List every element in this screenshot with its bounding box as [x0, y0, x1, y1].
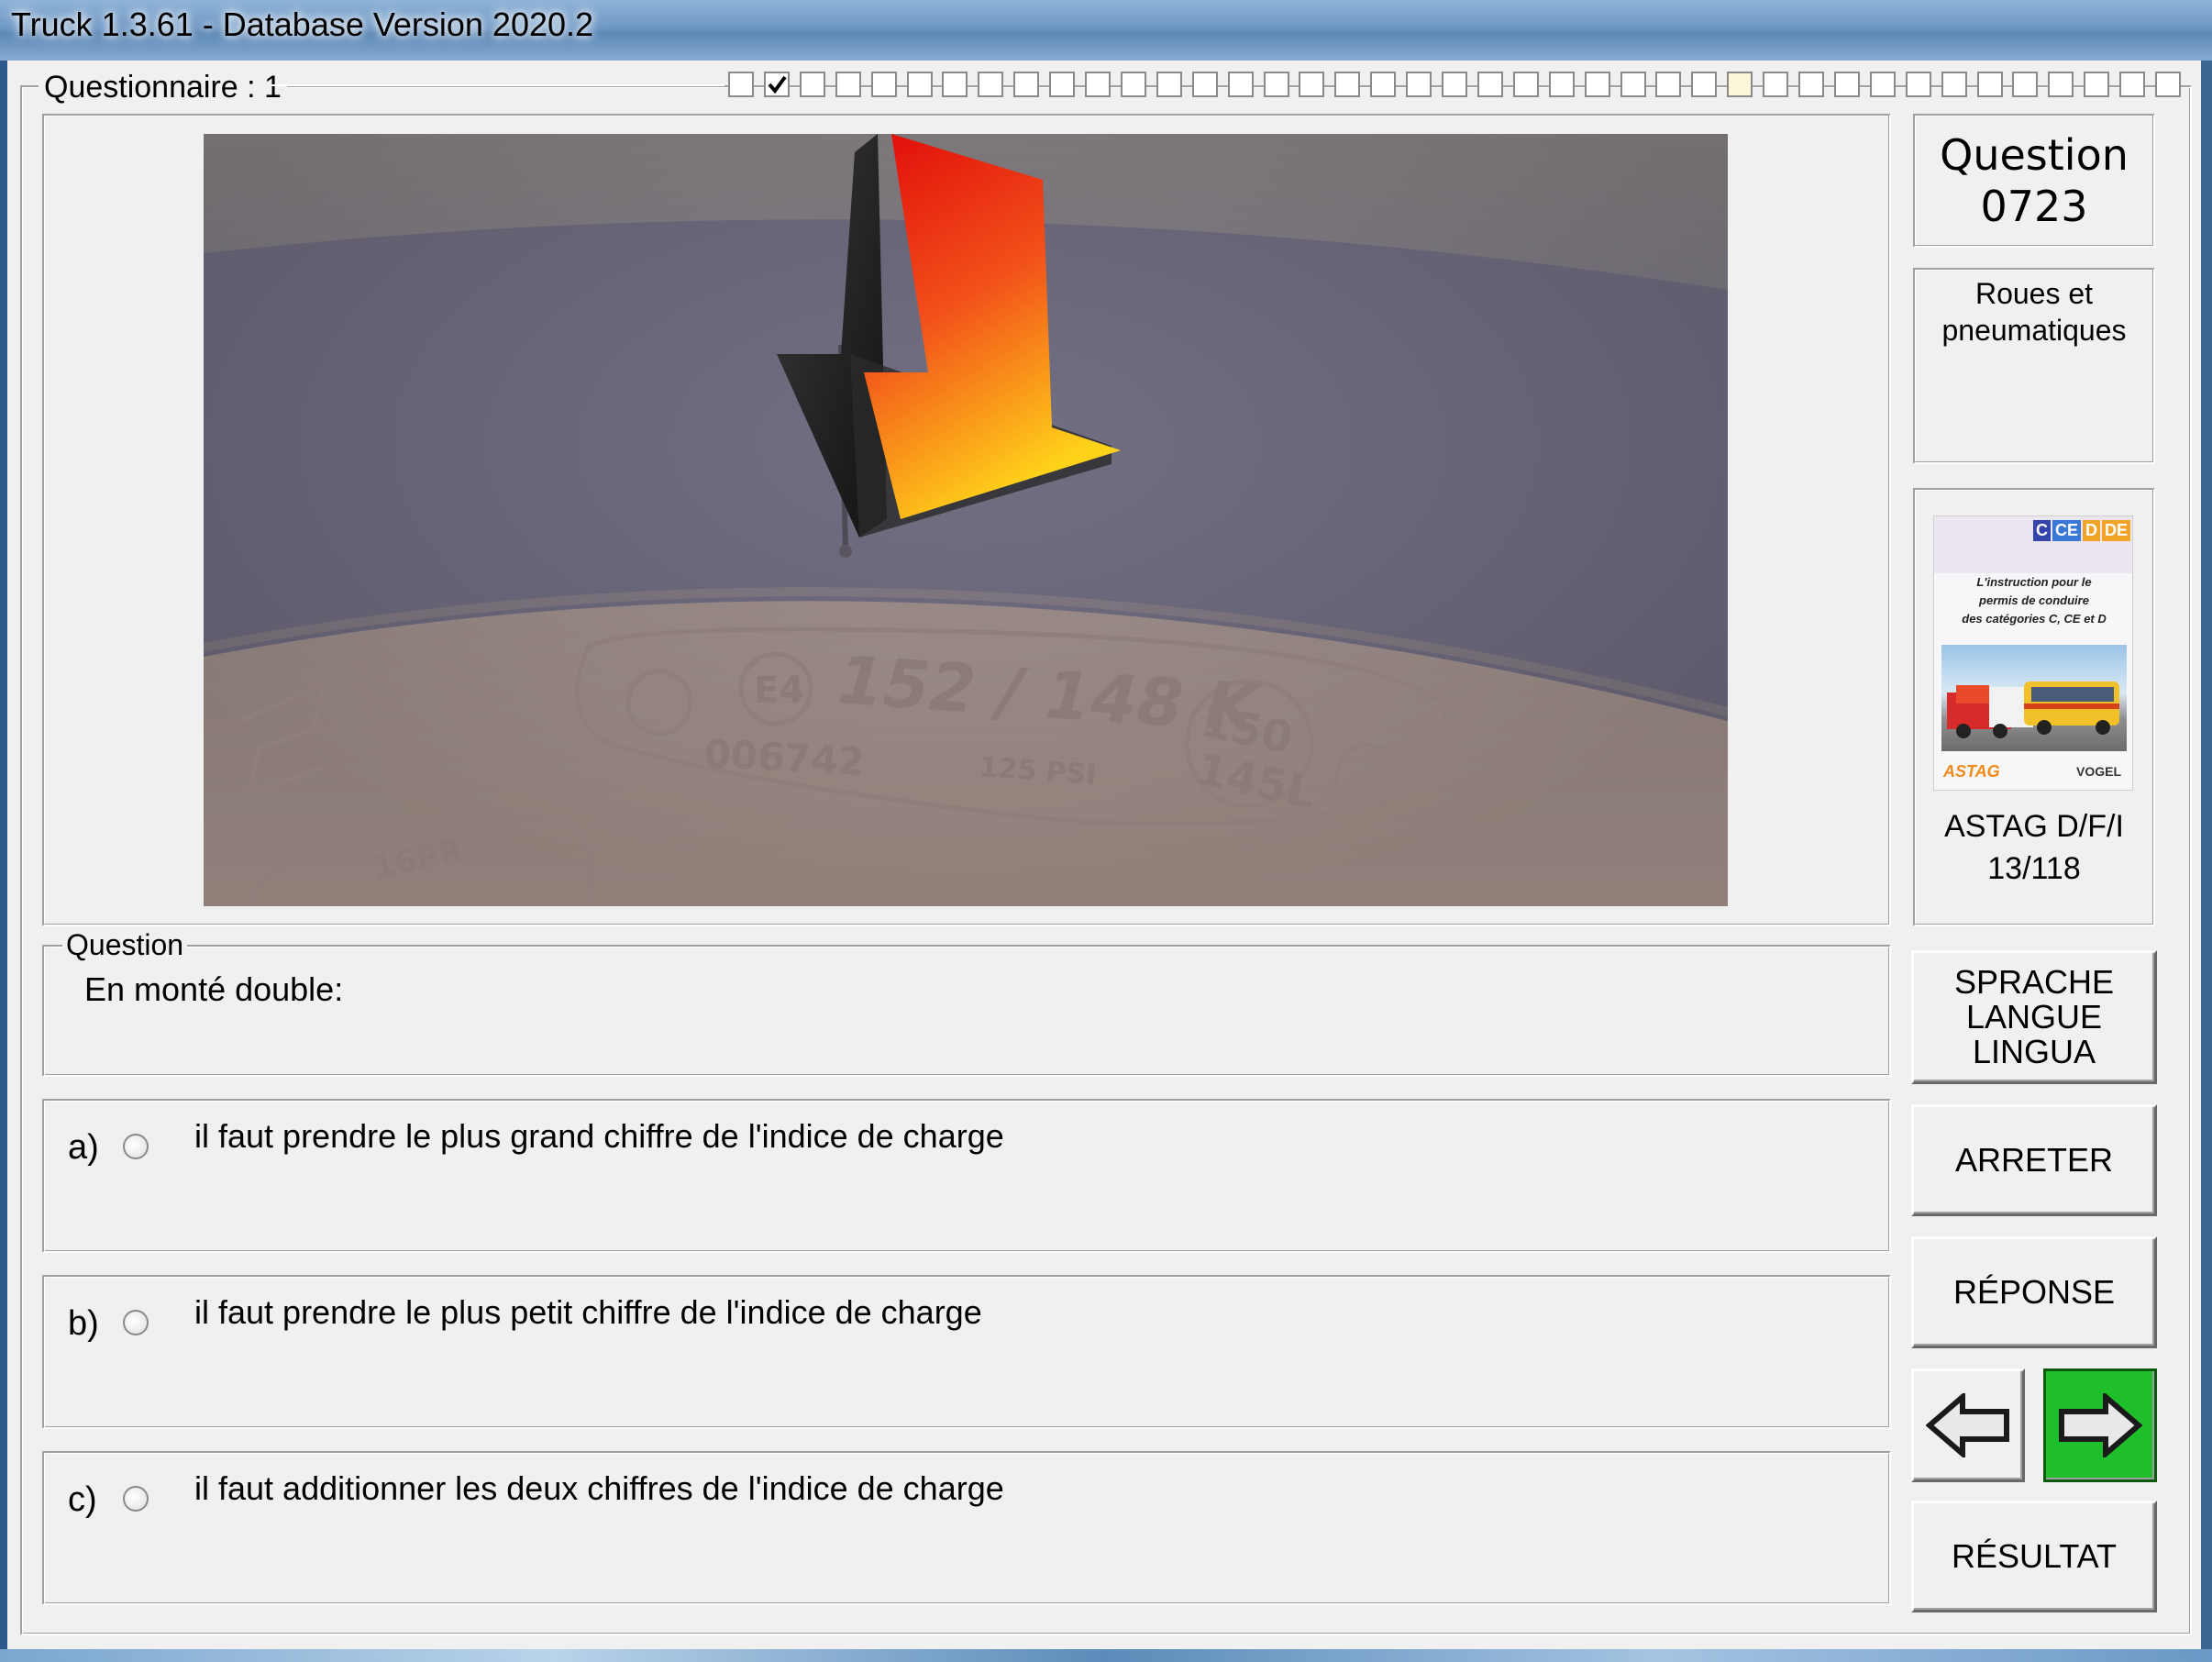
answer-a-text[interactable]: il faut prendre le plus grand chiffre de…: [194, 1117, 1004, 1156]
question-number: 0723: [1980, 182, 2088, 231]
question-progress-box: [2119, 72, 2146, 97]
title-bar: Truck 1.3.61 - Database Version 2020.2: [0, 0, 2212, 61]
question-group: [42, 945, 1891, 1077]
question-progress-box: [728, 72, 754, 97]
question-progress-box: [1833, 72, 1860, 97]
result-button[interactable]: RÉSULTAT: [1911, 1501, 2157, 1612]
source-text: ASTAG D/F/I: [1944, 809, 2124, 844]
question-progress-box: [2084, 72, 2110, 97]
question-progress-box: [1406, 72, 1432, 97]
question-progress-box: [1584, 72, 1610, 97]
answer-c-text[interactable]: il faut additionner les deux chiffres de…: [194, 1469, 1004, 1508]
question-progress-box: [906, 72, 933, 97]
question-progress-box: [2012, 72, 2039, 97]
question-progress-box: [1477, 72, 1503, 97]
questionnaire-label: Questionnaire : 1: [39, 70, 287, 105]
question-progress-box: [1442, 72, 1467, 97]
progress-divider: [271, 84, 724, 86]
question-progress-box: [2155, 72, 2181, 97]
question-progress-box: [942, 72, 968, 97]
arrow-right-icon: [2059, 1393, 2142, 1457]
question-progress-box: [1691, 72, 1718, 97]
question-progress-box: [835, 72, 861, 97]
question-progress-box: [1727, 72, 1753, 97]
question-progress-box: [1227, 72, 1254, 97]
question-progress-box: [2048, 72, 2074, 97]
answer-c-radio[interactable]: [123, 1486, 149, 1512]
badge-c: C: [2032, 520, 2051, 541]
truck-bus-picture: [1941, 645, 2127, 751]
question-text: En monté double:: [84, 970, 344, 1008]
category-line1: Roues et: [1974, 277, 2094, 310]
svg-text:E4: E4: [754, 670, 804, 712]
question-progress-box: [1370, 72, 1397, 97]
question-progress-box: [1334, 72, 1361, 97]
question-progress-box: [1512, 72, 1539, 97]
answer-b-letter: b): [68, 1304, 99, 1343]
window-title: Truck 1.3.61 - Database Version 2020.2: [11, 6, 594, 43]
question-progress-box: [1655, 72, 1682, 97]
question-progress-box: [1763, 72, 1789, 97]
question-progress-box: [1941, 72, 1967, 97]
vogel-logo: VOGEL: [2075, 764, 2121, 779]
question-number-panel: Question 0723: [1913, 114, 2155, 248]
question-legend: Question: [62, 928, 188, 962]
question-progress-box: [1299, 72, 1325, 97]
question-progress-box: [978, 72, 1004, 97]
question-progress-box: [1191, 72, 1218, 97]
badge-ce: CE: [2052, 520, 2081, 541]
answer-button[interactable]: RÉPONSE: [1911, 1236, 2157, 1348]
question-progress-box: [1620, 72, 1646, 97]
question-progress-box: [1976, 72, 2003, 97]
answer-c-letter: c): [68, 1480, 97, 1519]
stop-button[interactable]: ARRETER: [1911, 1104, 2157, 1216]
source-page: 13/118: [1987, 851, 2081, 886]
next-button[interactable]: [2043, 1368, 2157, 1482]
question-progress-box-checked: [763, 72, 790, 97]
tire-photo: 152 / 148 K 006742 125 PSI 150 145L 16PR…: [204, 134, 1728, 906]
question-progress-box: [1156, 72, 1182, 97]
language-button[interactable]: SPRACHE LANGUE LINGUA: [1911, 950, 2157, 1084]
question-progress-box: [1548, 72, 1575, 97]
category-line2: pneumatiques: [1941, 314, 2127, 347]
question-progress-box: [1869, 72, 1896, 97]
svg-text:006742: 006742: [702, 731, 866, 784]
arrow-left-icon: [1926, 1393, 2009, 1457]
answer-a-letter: a): [68, 1128, 99, 1167]
question-progress-box: [799, 72, 825, 97]
question-progress-box: [1798, 72, 1824, 97]
question-number-heading: Question: [1940, 130, 2129, 180]
answer-a-radio[interactable]: [123, 1134, 149, 1159]
previous-button[interactable]: [1911, 1368, 2025, 1482]
question-progress-box: [1120, 72, 1146, 97]
question-progress-box: [1049, 72, 1076, 97]
question-progress-box: [1263, 72, 1289, 97]
question-progress-strip: [728, 72, 2195, 101]
answer-b-radio[interactable]: [123, 1310, 149, 1335]
source-panel: C CE D DE L'instruction pour le permis d…: [1913, 488, 2155, 926]
question-progress-box: [1085, 72, 1111, 97]
question-progress-box: [1905, 72, 1931, 97]
question-progress-box: [870, 72, 897, 97]
category-panel: Roues et pneumatiques: [1913, 268, 2155, 464]
question-progress-box: [1013, 72, 1040, 97]
astag-logo: ASTAG: [1943, 762, 2000, 781]
book-cover: C CE D DE L'instruction pour le permis d…: [1933, 515, 2133, 791]
taskbar-strip: [0, 1649, 2212, 1662]
badge-d: D: [2082, 520, 2100, 541]
answer-b-text[interactable]: il faut prendre le plus petit chiffre de…: [194, 1293, 982, 1332]
badge-de: DE: [2101, 520, 2130, 541]
book-subtitle: L'instruction pour le permis de conduire…: [1962, 575, 2107, 626]
